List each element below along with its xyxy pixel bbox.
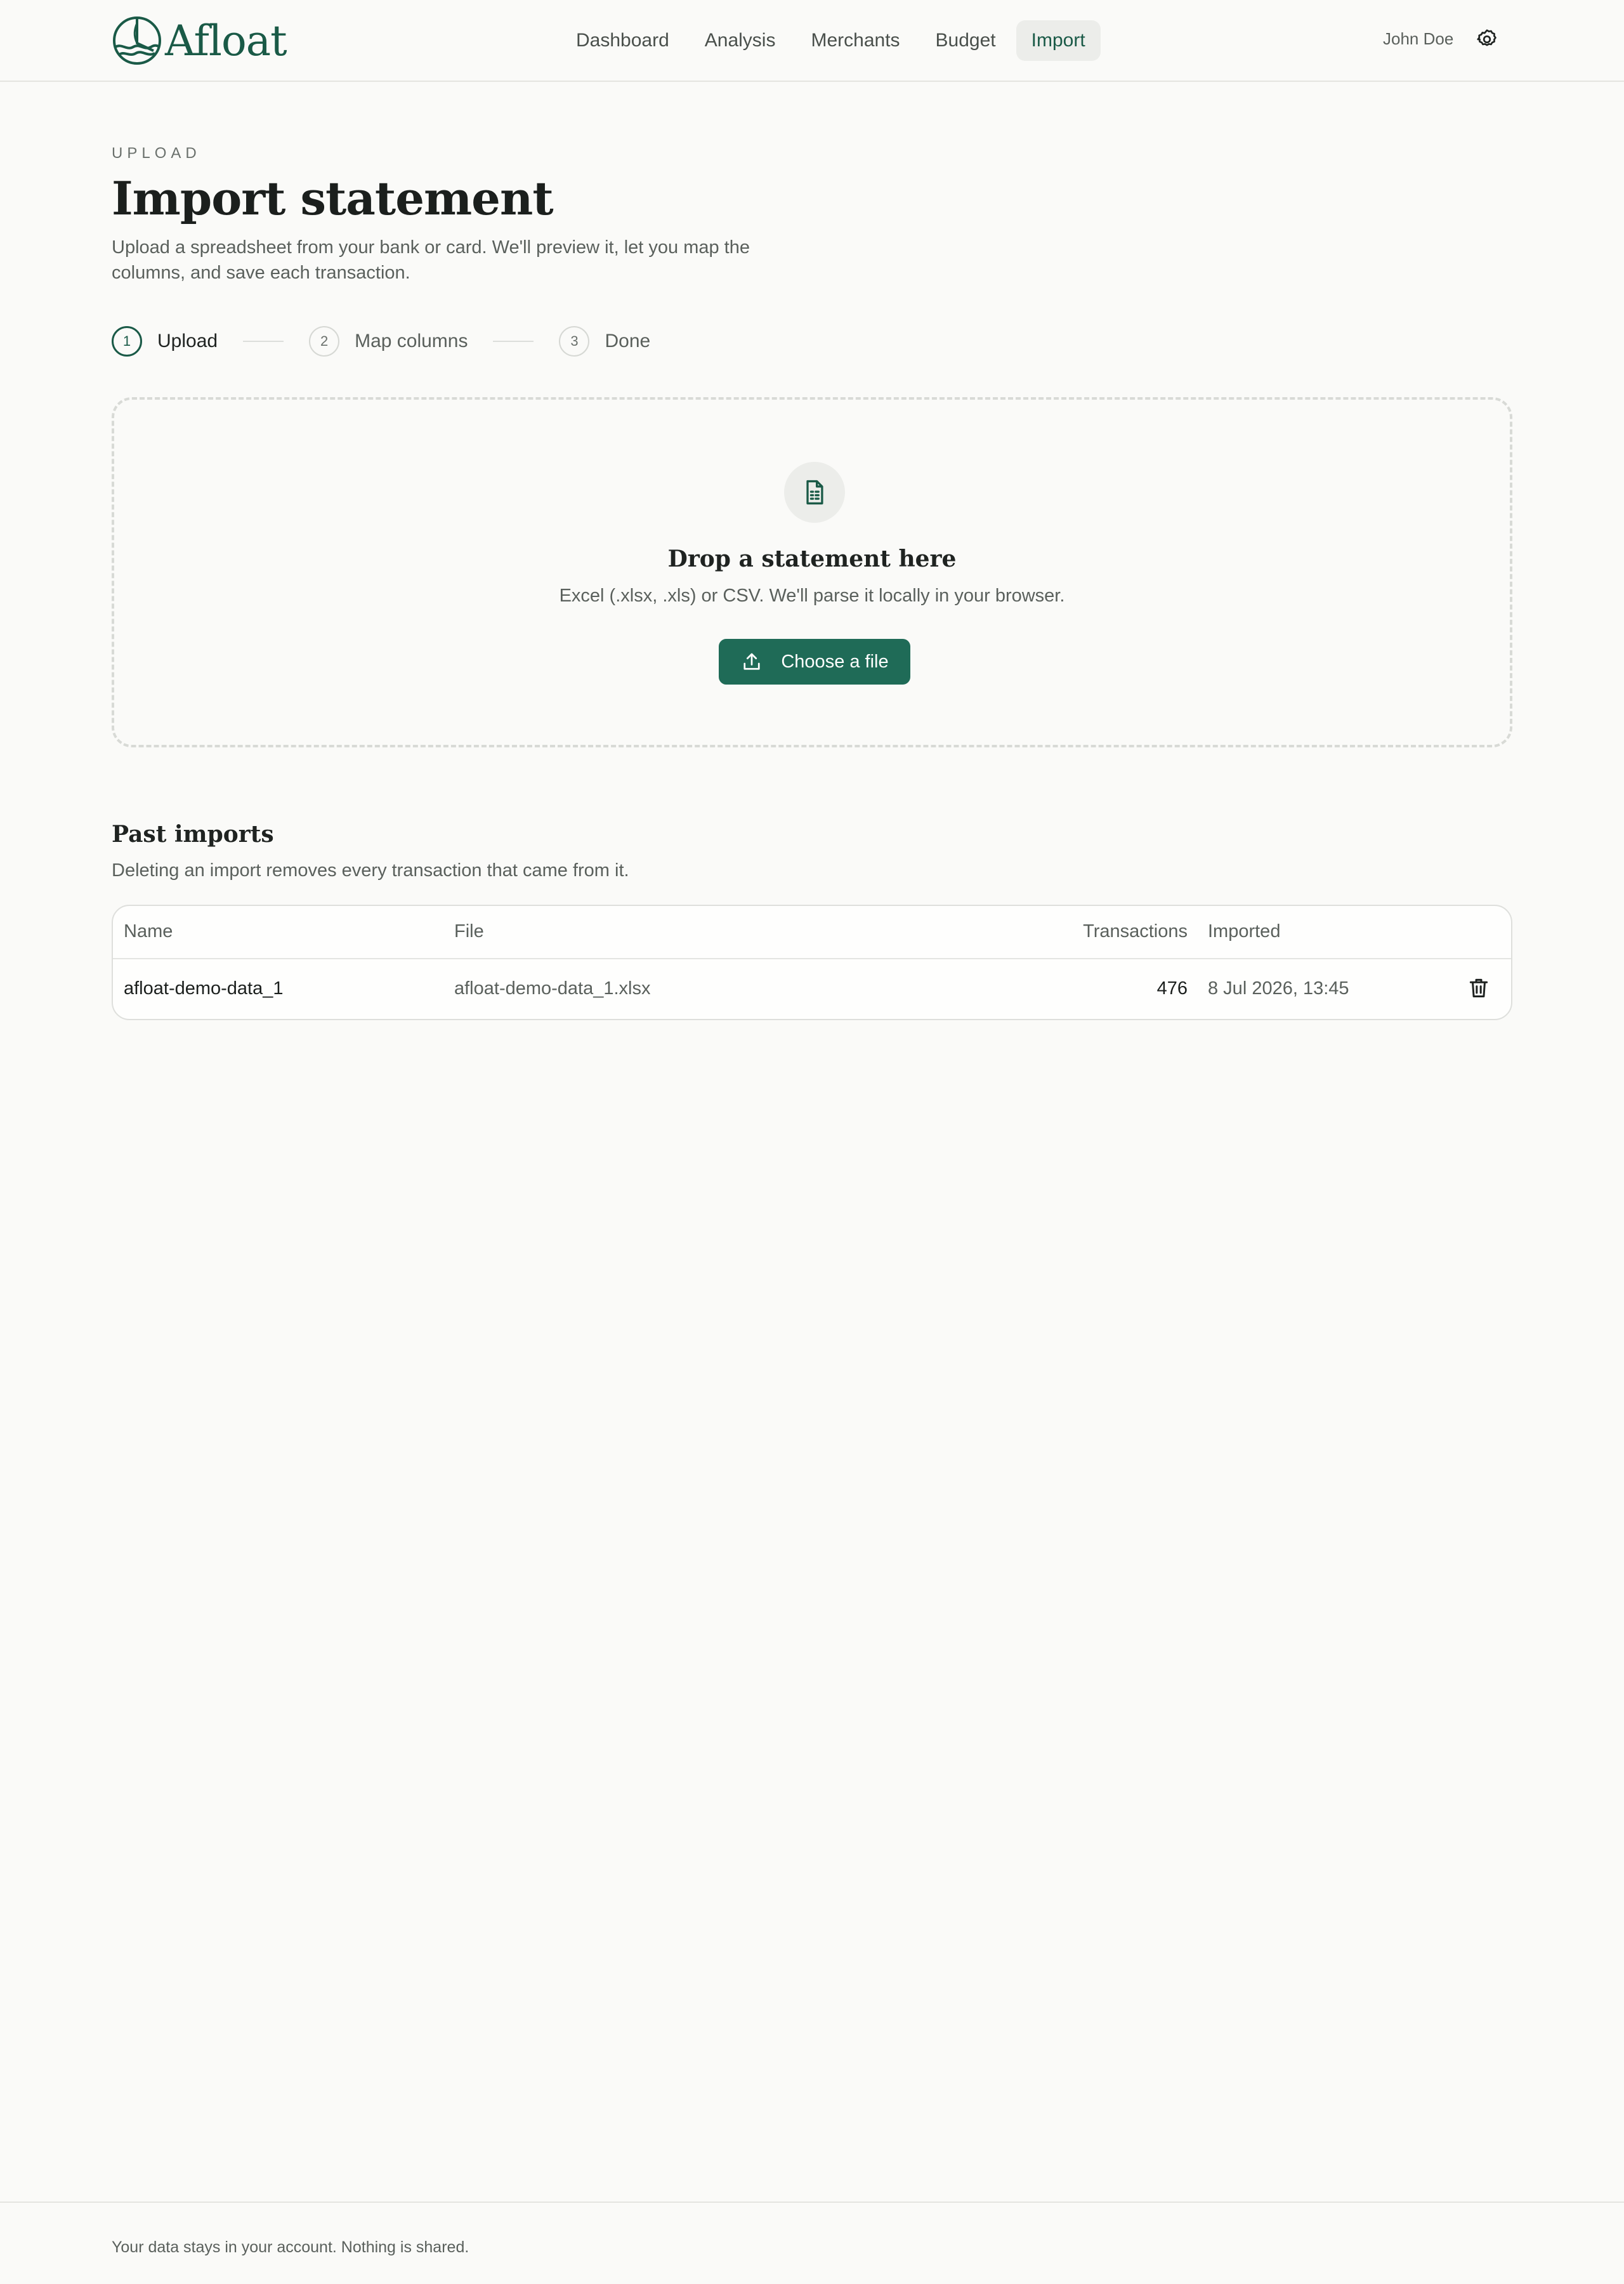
upload-icon <box>743 653 760 670</box>
column-header-name: Name <box>124 921 173 942</box>
import-date: 8 Jul 2026, 13:45 <box>1208 978 1349 999</box>
step-divider <box>493 341 534 342</box>
file-dropzone[interactable]: Drop a statement here Excel (.xlsx, .xls… <box>112 397 1512 747</box>
main-nav: Dashboard Analysis Merchants Budget Impo… <box>561 20 1101 61</box>
choose-file-label: Choose a file <box>781 651 889 672</box>
step-2-label: Map columns <box>355 331 468 351</box>
user-name[interactable]: John Doe <box>1383 29 1453 49</box>
past-imports-title: Past imports <box>112 821 274 848</box>
import-file: afloat-demo-data_1.xlsx <box>454 978 651 999</box>
dropzone-subtitle: Excel (.xlsx, .xls) or CSV. We'll parse … <box>559 586 1065 606</box>
past-imports-description: Deleting an import removes every transac… <box>112 860 629 881</box>
nav-item-merchants[interactable]: Merchants <box>796 20 915 61</box>
nav-item-budget[interactable]: Budget <box>920 20 1011 61</box>
footer-privacy-note: Your data stays in your account. Nothing… <box>112 2238 469 2256</box>
trash-icon[interactable] <box>1467 976 1491 1000</box>
step-2-number: 2 <box>309 326 340 357</box>
step-1-number: 1 <box>112 326 142 357</box>
dropzone-title: Drop a statement here <box>667 546 957 572</box>
file-icon-badge <box>784 462 845 523</box>
step-divider <box>243 341 284 342</box>
column-header-imported: Imported <box>1208 921 1281 942</box>
import-transaction-count: 476 <box>1156 978 1188 999</box>
past-imports-table: Name File Transactions Imported afloat-d… <box>112 905 1512 1020</box>
logo-mark-icon <box>113 16 161 65</box>
import-stepper: 1 Upload 2 Map columns 3 Done <box>112 326 650 357</box>
page-eyebrow: UPLOAD <box>112 145 201 162</box>
step-1-label: Upload <box>157 331 218 351</box>
brand-logo[interactable]: Afloat <box>112 15 287 66</box>
top-navigation-bar: Afloat Dashboard Analysis Merchants Budg… <box>0 0 1624 82</box>
step-3-label: Done <box>605 331 651 351</box>
column-header-transactions: Transactions <box>1083 921 1188 942</box>
nav-item-import[interactable]: Import <box>1016 20 1101 61</box>
import-name: afloat-demo-data_1 <box>124 978 284 999</box>
step-3-number: 3 <box>559 326 590 357</box>
page-footer: Your data stays in your account. Nothing… <box>0 2202 1624 2284</box>
column-header-file: File <box>454 921 484 942</box>
spreadsheet-file-icon <box>806 480 823 505</box>
brand-name: Afloat <box>165 16 287 65</box>
choose-file-button[interactable]: Choose a file <box>719 639 910 685</box>
page-title: Import statement <box>112 171 554 225</box>
page-description: Upload a spreadsheet from your bank or c… <box>112 237 750 283</box>
nav-item-analysis[interactable]: Analysis <box>690 20 791 61</box>
nav-item-dashboard[interactable]: Dashboard <box>561 20 684 61</box>
gear-icon[interactable] <box>1476 28 1498 51</box>
table-header: Name File Transactions Imported <box>113 906 1511 959</box>
